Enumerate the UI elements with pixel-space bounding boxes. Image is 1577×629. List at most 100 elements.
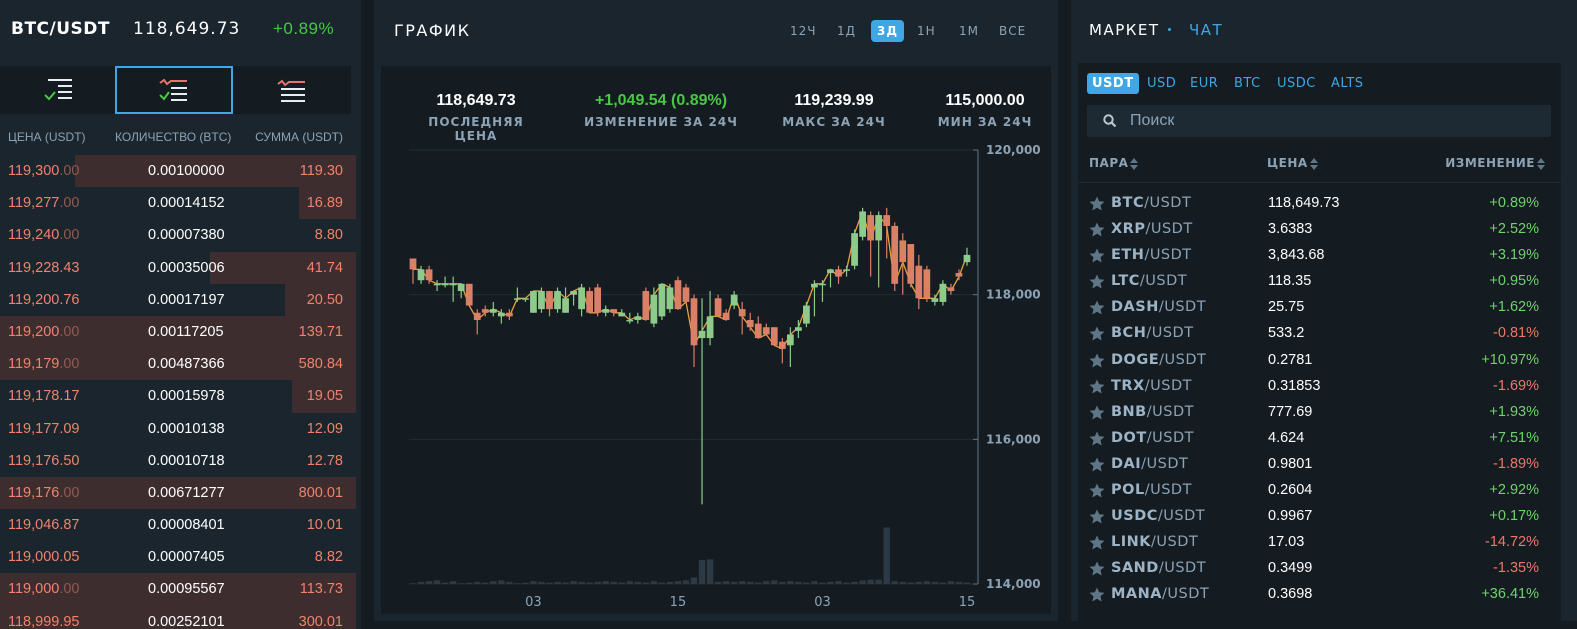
star-icon[interactable]	[1089, 300, 1105, 315]
search-input[interactable]	[1130, 111, 1530, 131]
timeframe-button[interactable]: ВСЕ	[993, 20, 1032, 42]
candle-body	[931, 298, 939, 302]
market-row[interactable]: DOGE/USDT 0.2781 +10.97%	[1078, 347, 1561, 373]
star-icon[interactable]	[1089, 587, 1105, 602]
market-row[interactable]: BTC/USDT 118,649.73 +0.89%	[1078, 190, 1561, 216]
volume-bar	[827, 581, 834, 584]
star-icon[interactable]	[1089, 274, 1105, 289]
candle-body	[626, 319, 634, 322]
order-price-main: 119,200.76	[8, 291, 80, 308]
orderbook-row[interactable]: 118,999.95 0.00252101 300.01	[0, 605, 356, 629]
market-row[interactable]: POL/USDT 0.2604 +2.92%	[1078, 477, 1561, 503]
volume-bar	[538, 581, 545, 584]
currency-tab[interactable]: BTC	[1229, 73, 1266, 94]
market-row[interactable]: ETH/USDT 3,843.68 +3.19%	[1078, 242, 1561, 268]
orderbook-row[interactable]: 119,046.87 0.00008401 10.01	[0, 509, 356, 541]
market-row[interactable]: SAND/USDT 0.3499 -1.35%	[1078, 555, 1561, 581]
col-price-sort[interactable]: ЦЕНА	[1267, 156, 1318, 171]
market-row[interactable]: MANA/USDT 0.3698 +36.41%	[1078, 581, 1561, 607]
currency-tab[interactable]: ALTS	[1326, 73, 1369, 94]
x-tick-label: 03	[525, 595, 542, 610]
orderbook-row[interactable]: 119,000.05 0.00007405 8.82	[0, 541, 356, 573]
volume-bar	[618, 582, 625, 584]
currency-tab[interactable]: USDT	[1087, 73, 1139, 94]
market-row[interactable]: BCH/USDT 533.2 -0.81%	[1078, 320, 1561, 346]
candle-body	[915, 265, 923, 299]
orderbook-row[interactable]: 119,240.00 0.00007380 8.80	[0, 219, 356, 251]
pair-price: 118,649.73	[1268, 195, 1340, 211]
market-row[interactable]: LINK/USDT 17.03 -14.72%	[1078, 529, 1561, 555]
pair-label: ETH/USDT	[1111, 247, 1192, 263]
view-tab-asks[interactable]	[233, 66, 351, 114]
orderbook-row[interactable]: 119,000.00 0.00095567 113.73	[0, 573, 356, 606]
market-row[interactable]: DASH/USDT 25.75 +1.62%	[1078, 294, 1561, 320]
orderbook-row[interactable]: 119,228.43 0.00035006 41.74	[0, 251, 356, 284]
candle-body	[457, 283, 465, 292]
star-icon[interactable]	[1089, 222, 1105, 237]
candle-body	[722, 312, 730, 320]
star-icon[interactable]	[1089, 535, 1105, 550]
col-change-sort[interactable]: ИЗМЕНЕНИЕ	[1445, 156, 1545, 171]
market-row[interactable]: XRP/USDT 3.6383 +2.52%	[1078, 216, 1561, 242]
orderbook-row[interactable]: 119,277.00 0.00014152 16.89	[0, 187, 356, 220]
orderbook-row[interactable]: 119,177.09 0.00010138 12.09	[0, 413, 356, 445]
candle-body	[706, 316, 714, 339]
star-icon[interactable]	[1089, 431, 1105, 446]
orderbook-row[interactable]: 119,178.17 0.00015978 19.05	[0, 380, 356, 413]
star-icon[interactable]	[1089, 483, 1105, 498]
orderbook-row[interactable]: 119,200.00 0.00117205 139.71	[0, 315, 356, 349]
tab-chat[interactable]: ЧАТ	[1189, 21, 1223, 39]
market-row[interactable]: USDC/USDT 0.9967 +0.17%	[1078, 503, 1561, 529]
pair-quote: /USDT	[1139, 273, 1188, 290]
star-icon[interactable]	[1089, 353, 1105, 368]
star-icon[interactable]	[1089, 248, 1105, 263]
volume-bar	[433, 580, 441, 584]
volume-bar	[907, 582, 914, 584]
timeframe-button[interactable]: 3Д	[871, 20, 905, 42]
candlestick-chart[interactable]: 120,000 118,000 116,000 114,000 03 15 03 15	[381, 66, 1051, 614]
pair-base: LINK	[1111, 534, 1152, 551]
orderbook-row[interactable]: 119,176.50 0.00010718 12.78	[0, 445, 356, 477]
currency-tab[interactable]: USD	[1142, 73, 1181, 94]
market-row[interactable]: DAI/USDT 0.9801 -1.89%	[1078, 451, 1561, 477]
star-icon[interactable]	[1089, 405, 1105, 420]
market-row[interactable]: DOT/USDT 4.624 +7.51%	[1078, 425, 1561, 451]
market-row[interactable]: LTC/USDT 118.35 +0.95%	[1078, 268, 1561, 294]
candle-body	[417, 269, 425, 281]
star-icon[interactable]	[1089, 457, 1105, 472]
col-pair-label: ПАРА	[1089, 156, 1129, 170]
candle-body	[586, 291, 594, 313]
orderbook-row[interactable]: 119,179.00 0.00487366 580.84	[0, 348, 356, 381]
view-tab-bids[interactable]	[115, 66, 233, 114]
timeframe-button[interactable]: 1М	[953, 20, 985, 42]
asks-book-icon	[277, 79, 305, 102]
volume-bar	[602, 581, 609, 584]
currency-tab[interactable]: EUR	[1185, 73, 1223, 94]
pair-label: TRX/USDT	[1111, 378, 1192, 394]
orderbook-row[interactable]: 119,200.76 0.00017197 20.50	[0, 283, 356, 316]
view-tab-both[interactable]	[0, 66, 118, 114]
order-qty: 0.00014152	[148, 195, 225, 212]
orderbook-row[interactable]: 119,176.00 0.00671277 800.01	[0, 476, 356, 510]
timeframe-button[interactable]: 1Н	[911, 20, 942, 42]
star-icon[interactable]	[1089, 561, 1105, 576]
star-icon[interactable]	[1089, 509, 1105, 524]
market-row[interactable]: BNB/USDT 777.69 +1.93%	[1078, 399, 1561, 425]
pair-base: SAND	[1111, 560, 1159, 577]
pair-price: 0.31853	[1268, 377, 1321, 394]
order-sum: 113.73	[299, 581, 343, 598]
pair-label: BCH/USDT	[1111, 325, 1194, 341]
star-icon[interactable]	[1089, 196, 1105, 211]
orderbook-row[interactable]: 119,300.00 0.00100000 119.30	[0, 155, 356, 188]
pair-name[interactable]: BTC/USDT	[11, 19, 110, 39]
tab-market[interactable]: МАРКЕТ	[1089, 21, 1160, 39]
market-row[interactable]: TRX/USDT 0.31853 -1.69%	[1078, 373, 1561, 399]
timeframe-button[interactable]: 12Ч	[784, 20, 823, 42]
star-icon[interactable]	[1089, 379, 1105, 394]
order-sum: 10.01	[306, 517, 343, 534]
timeframe-button[interactable]: 1Д	[831, 20, 862, 42]
pair-change: +0.95%	[1489, 273, 1539, 290]
currency-tab[interactable]: USDC	[1272, 73, 1321, 94]
star-icon[interactable]	[1089, 326, 1105, 341]
col-pair-sort[interactable]: ПАРА	[1089, 156, 1139, 171]
